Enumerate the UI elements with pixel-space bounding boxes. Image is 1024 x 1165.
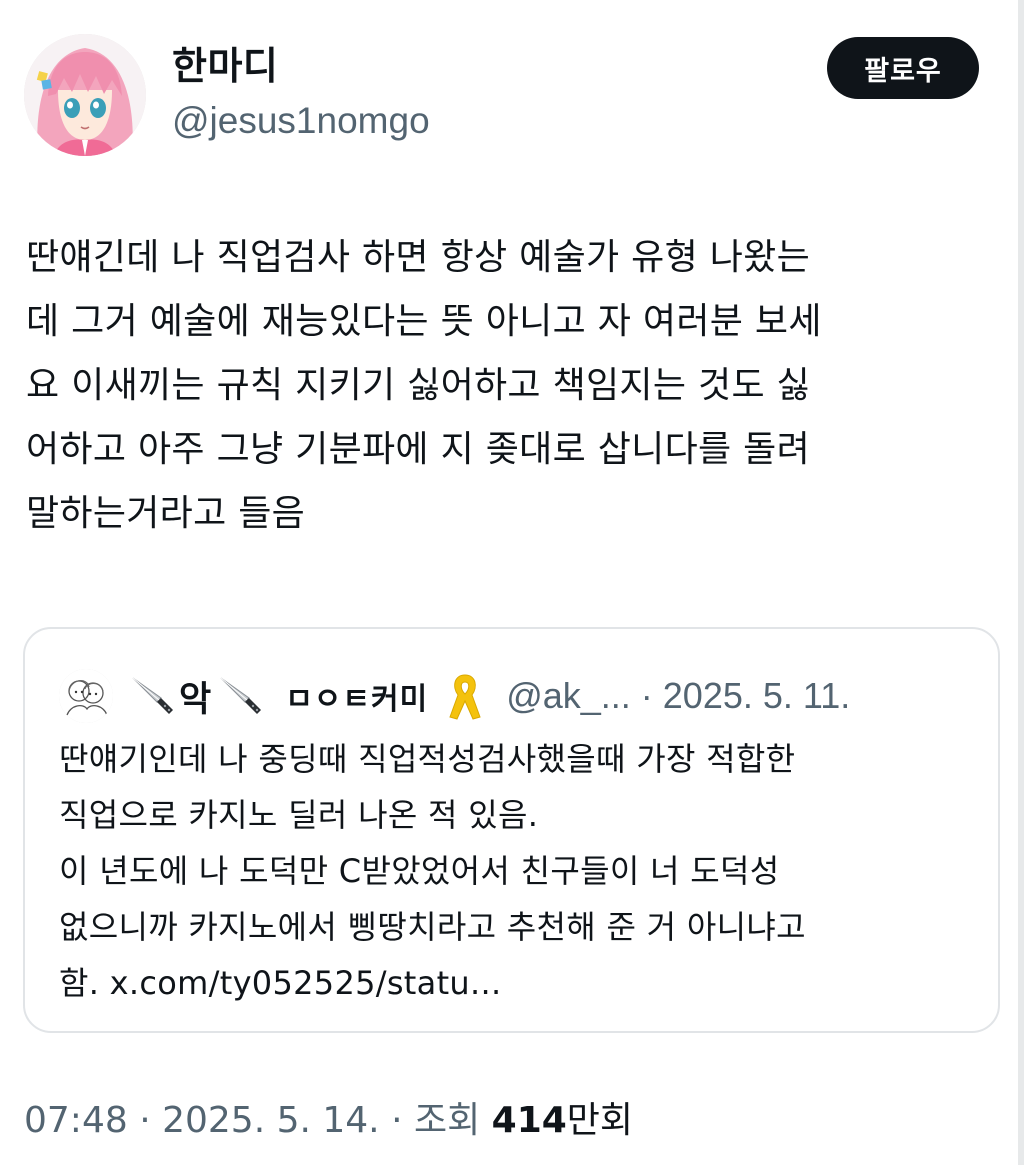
quoted-tweet-line[interactable]: 함. x.com/ty052525/statu... xyxy=(59,955,979,1011)
author-handle[interactable]: @jesus1nomgo xyxy=(172,98,430,144)
quoted-tweet-line: 직업으로 카지노 딜러 나온 적 있음. xyxy=(59,796,539,834)
scrollbar-track xyxy=(1018,0,1024,1165)
tweet-line: 말하는거라고 들음 xyxy=(26,493,306,534)
quoted-tweet-text: 딴얘기인데 나 중딩때 직업적성검사했을때 가장 적합한 직업으로 카지노 딜러… xyxy=(59,731,979,1011)
quoted-tweet-line: 이 년도에 나 도덕만 C받았었어서 친구들이 너 도덕성 xyxy=(59,852,780,890)
yellow-ribbon-icon xyxy=(446,671,484,721)
author-avatar[interactable] xyxy=(24,34,146,156)
views-count: 414 xyxy=(491,1100,567,1141)
quoted-handle-date[interactable]: @ak_... · 2025. 5. 11. xyxy=(506,675,850,717)
quoted-tweet-line: 없으니까 카지노에서 삥땅치라고 추천해 준 거 아니냐고 xyxy=(59,908,806,946)
quoted-tweet-card[interactable]: 악 ㅁㅇㅌ커미 @ak_... · 2025. 5. 11. 딴얘기인데 나 중… xyxy=(23,627,1000,1033)
tweet-time-date[interactable]: 07:48 · 2025. 5. 14. · 조회 xyxy=(24,1100,492,1141)
views-unit: 만회 xyxy=(566,1100,634,1141)
tweet-line: 요 이새끼는 규칙 지키기 싫어하고 책임지는 것도 싫 xyxy=(26,365,811,406)
author-display-name[interactable]: 한마디 xyxy=(172,42,278,90)
quoted-author-name[interactable]: 악 xyxy=(179,671,211,722)
quoted-author-name-suffix[interactable]: ㅁㅇㅌ커미 xyxy=(285,674,428,718)
tweet-line: 딴얘긴데 나 직업검사 하면 항상 예술가 유형 나왔는 xyxy=(26,237,811,278)
knife-icon xyxy=(215,672,263,720)
tweet-text: 딴얘긴데 나 직업검사 하면 항상 예술가 유형 나왔는 데 그거 예술에 재능… xyxy=(26,226,976,546)
tweet-line: 어하고 아주 그냥 기분파에 지 좆대로 삽니다를 돌려 xyxy=(26,429,811,470)
quoted-author-avatar[interactable] xyxy=(59,669,113,723)
quoted-tweet-line: 딴얘기인데 나 중딩때 직업적성검사했을때 가장 적합한 xyxy=(59,740,796,778)
knife-icon xyxy=(127,672,175,720)
follow-button[interactable]: 팔로우 xyxy=(827,37,979,99)
tweet-line: 데 그거 예술에 재능있다는 뜻 아니고 자 여러분 보세 xyxy=(26,301,822,342)
quoted-tweet-header: 악 ㅁㅇㅌ커미 @ak_... · 2025. 5. 11. xyxy=(59,669,850,723)
tweet-timestamp-views: 07:48 · 2025. 5. 14. · 조회 414만회 xyxy=(24,1096,633,1146)
